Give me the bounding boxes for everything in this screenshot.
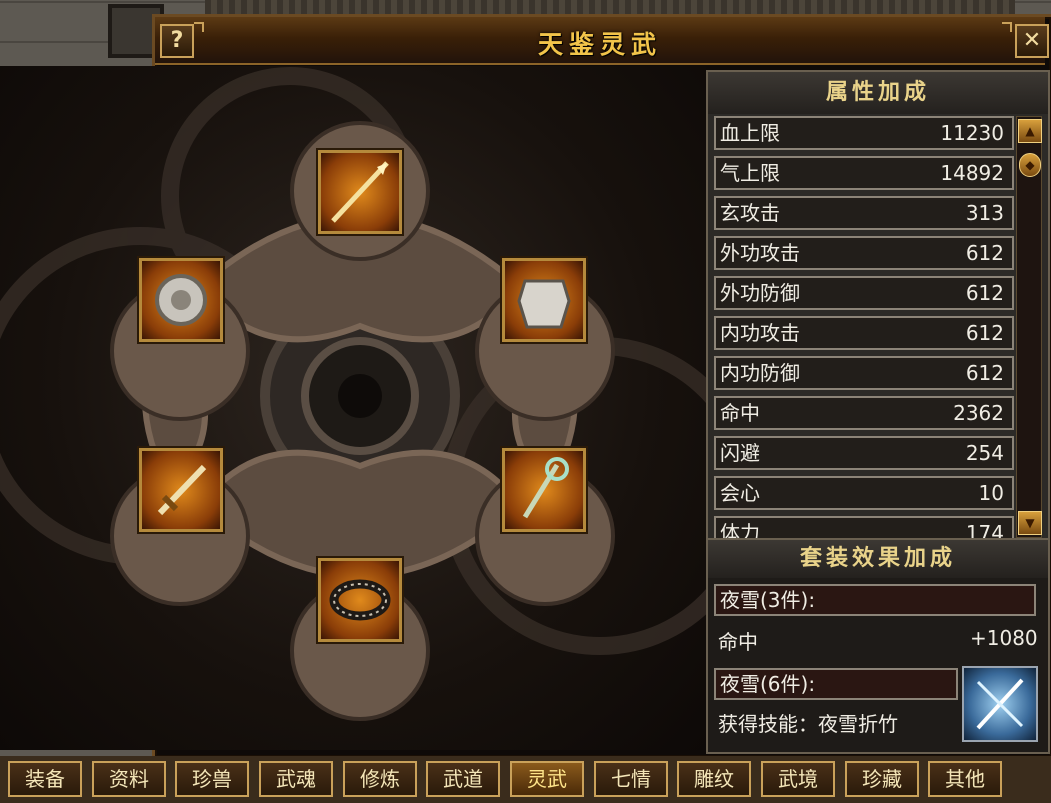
attribute-name: 内功防御 [720, 361, 800, 385]
attribute-value: 254 [965, 441, 1004, 465]
set-tier1-label: 夜雪(3件): [714, 584, 1036, 616]
attribute-value: 174 [965, 521, 1004, 540]
collar-icon [329, 579, 391, 621]
bottom-tab-bar: 装备 资料 珍兽 武魂 修炼 武道 灵武 七情 雕纹 武境 珍藏 其他 [0, 756, 1051, 803]
tab-equipment[interactable]: 装备 [8, 761, 82, 797]
scroll-up-button[interactable]: ▲ [1018, 119, 1042, 143]
attribute-row: 闪避 254 [714, 436, 1014, 470]
tab-cultivation[interactable]: 修炼 [343, 761, 417, 797]
attribute-value: 313 [965, 201, 1004, 225]
staff-icon [522, 457, 569, 519]
attribute-value: 11230 [940, 121, 1004, 145]
attribute-name: 血上限 [720, 121, 780, 145]
attribute-name: 气上限 [720, 161, 780, 185]
attribute-scrollbar[interactable]: ▲ ◆ ▼ [1016, 116, 1042, 538]
slot-bottom[interactable] [318, 558, 402, 642]
attribute-name: 命中 [720, 401, 760, 425]
attribute-value: 612 [965, 321, 1004, 345]
attribute-row: 会心 10 [714, 476, 1014, 510]
attribute-value: 612 [965, 241, 1004, 265]
attribute-panel: 属性加成 血上限 11230 气上限 14892 玄攻击 313 外功攻击 612 外功… [706, 70, 1050, 544]
slot-lower-right[interactable] [502, 448, 586, 532]
tab-wuhun[interactable]: 武魂 [259, 761, 333, 797]
attribute-row: 外功防御 612 [714, 276, 1014, 310]
slot-upper-right[interactable] [502, 258, 586, 342]
attribute-row: 命中 2362 [714, 396, 1014, 430]
set-tier2-label: 夜雪(6件): [714, 668, 958, 700]
tab-pets[interactable]: 珍兽 [175, 761, 249, 797]
set-tier2-skill: 获得技能：夜雪折竹 [718, 712, 898, 736]
attribute-value: 612 [965, 361, 1004, 385]
snow-bamboo-skill-icon[interactable] [962, 666, 1038, 742]
attribute-name: 体力 [720, 521, 760, 540]
slot-top[interactable] [318, 150, 402, 234]
attribute-row: 血上限 11230 [714, 116, 1014, 150]
bracer-icon [155, 274, 207, 326]
slot-upper-left[interactable] [139, 258, 223, 342]
slot-lower-left[interactable] [139, 448, 223, 532]
attribute-name: 内功攻击 [720, 321, 800, 345]
attribute-row: 外功攻击 612 [714, 236, 1014, 270]
close-button[interactable]: ✕ [1015, 24, 1049, 58]
window-title: 天鉴灵武 [537, 30, 662, 59]
attribute-name: 闪避 [720, 441, 760, 465]
tab-collection[interactable]: 珍藏 [845, 761, 919, 797]
hook-ornament-left [194, 22, 204, 32]
tab-wudao[interactable]: 武道 [426, 761, 500, 797]
tab-engraving[interactable]: 雕纹 [677, 761, 751, 797]
attribute-value: 14892 [940, 161, 1004, 185]
scroll-thumb[interactable]: ◆ [1019, 153, 1041, 177]
set-tier1-stat-name: 命中 [718, 630, 758, 654]
hook-ornament-right [1002, 22, 1012, 32]
spear-icon [331, 161, 389, 223]
attribute-value: 612 [965, 281, 1004, 305]
attribute-panel-header: 属性加成 [708, 72, 1048, 114]
tab-qiqing[interactable]: 七情 [594, 761, 668, 797]
dagger-icon [157, 464, 207, 516]
attribute-value: 2362 [953, 401, 1004, 425]
armor-icon [517, 279, 571, 329]
tab-profile[interactable]: 资料 [92, 761, 166, 797]
attribute-value: 10 [978, 481, 1004, 505]
attribute-row: 体力 174 [714, 516, 1014, 540]
tab-lingwu[interactable]: 灵武 [510, 761, 584, 797]
tab-other[interactable]: 其他 [928, 761, 1002, 797]
scroll-down-button[interactable]: ▼ [1018, 511, 1042, 535]
attribute-row: 玄攻击 313 [714, 196, 1014, 230]
help-button[interactable]: ? [160, 24, 194, 58]
attribute-name: 玄攻击 [720, 201, 780, 225]
title-bar[interactable]: 天鉴灵武 [155, 17, 1045, 65]
set-tier1-stat-value: +1080 [970, 626, 1038, 650]
attribute-name: 外功防御 [720, 281, 800, 305]
set-bonus-header: 套装效果加成 [708, 540, 1048, 578]
tab-wujing[interactable]: 武境 [761, 761, 835, 797]
attribute-name: 会心 [720, 481, 760, 505]
attribute-name: 外功攻击 [720, 241, 800, 265]
attribute-row: 内功防御 612 [714, 356, 1014, 390]
attribute-list[interactable]: 血上限 11230 气上限 14892 玄攻击 313 外功攻击 612 外功防御 612… [714, 116, 1014, 540]
attribute-row: 气上限 14892 [714, 156, 1014, 190]
attribute-row: 内功攻击 612 [714, 316, 1014, 350]
